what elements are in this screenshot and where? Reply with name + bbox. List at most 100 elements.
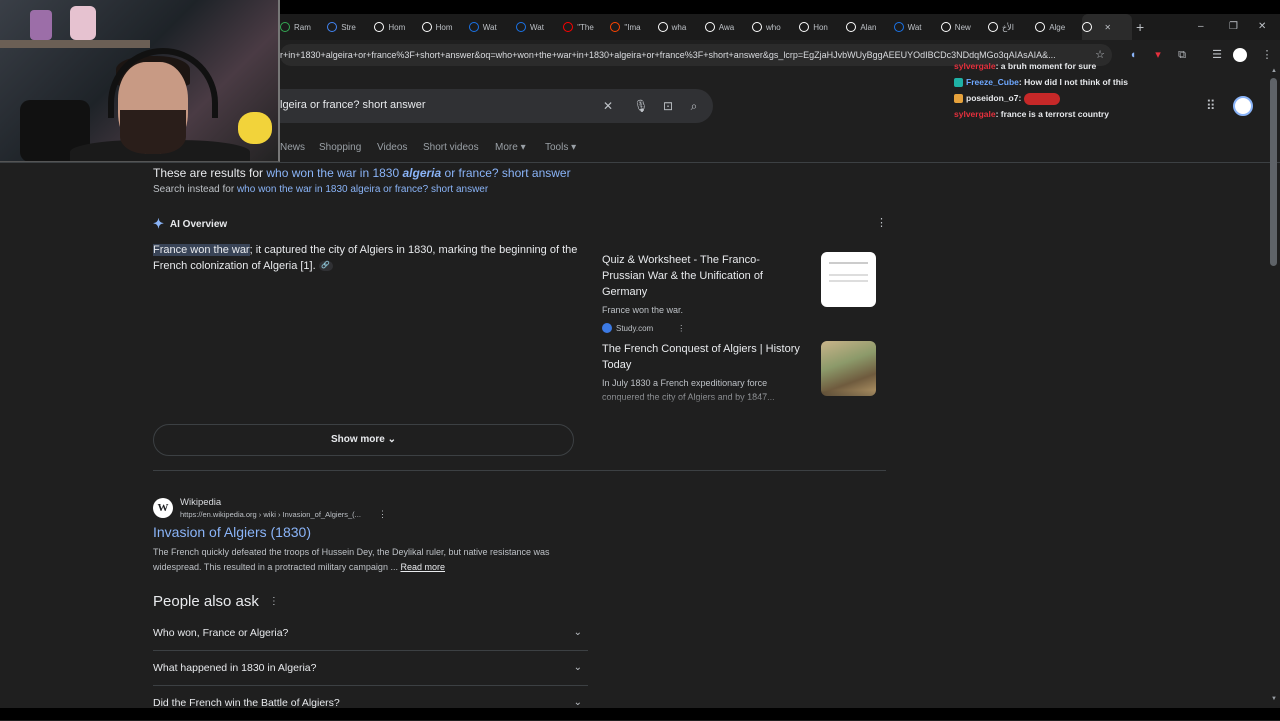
card-more-icon[interactable]: ⋮ bbox=[677, 324, 685, 333]
paa-more-icon[interactable]: ⋮ bbox=[269, 596, 279, 607]
browser-tab[interactable]: New bbox=[940, 14, 989, 40]
browser-tab[interactable]: Wat bbox=[468, 14, 517, 40]
close-tab-icon[interactable]: ✕ bbox=[1104, 23, 1111, 32]
browser-tab[interactable]: "Ima bbox=[610, 14, 658, 40]
watch-favicon-icon bbox=[516, 22, 526, 32]
paa-question[interactable]: Who won, France or Algeria? ⌄ bbox=[153, 616, 588, 651]
puzzle-icon[interactable]: ⧉ bbox=[1173, 46, 1191, 64]
search-icon[interactable]: ⌕ bbox=[686, 98, 702, 114]
tab-shopping[interactable]: Shopping bbox=[319, 142, 361, 153]
browser-tab[interactable]: الأخ bbox=[988, 14, 1036, 40]
tab-label: Alan bbox=[860, 22, 877, 32]
search-instead: Search instead for who won the war in 18… bbox=[153, 184, 488, 195]
browser-tab[interactable]: "The bbox=[563, 14, 611, 40]
result-site-name[interactable]: Wikipedia bbox=[180, 497, 221, 508]
tab-tools[interactable]: Tools ▾ bbox=[545, 142, 576, 153]
chat-badge-icon bbox=[954, 78, 963, 88]
tab-news[interactable]: News bbox=[280, 142, 305, 153]
apps-grid-icon[interactable]: ⠿ bbox=[1206, 98, 1222, 114]
clear-search-icon[interactable]: ✕ bbox=[600, 98, 616, 114]
close-window-icon[interactable]: ✕ bbox=[1258, 14, 1266, 40]
minimize-icon[interactable]: – bbox=[1198, 14, 1204, 40]
x-favicon-icon bbox=[421, 22, 432, 32]
tab-label: Wat bbox=[482, 22, 497, 32]
profile-icon[interactable] bbox=[1233, 48, 1247, 62]
tab-short-videos[interactable]: Short videos bbox=[423, 142, 479, 153]
tab-more[interactable]: More ▾ bbox=[495, 142, 526, 153]
read-more-link[interactable]: Read more bbox=[400, 562, 445, 572]
card-title[interactable]: The French Conquest of Algiers | History… bbox=[602, 341, 802, 373]
tab-label: Ram bbox=[294, 22, 311, 32]
original-query-link[interactable]: who won the war in 1830 algeira or franc… bbox=[237, 184, 488, 195]
browser-tab[interactable]: Awa bbox=[704, 14, 753, 40]
account-avatar[interactable] bbox=[1233, 96, 1253, 116]
paa-question-text: What happened in 1830 in Algeria? bbox=[153, 662, 317, 674]
tab-videos[interactable]: Videos bbox=[377, 142, 407, 153]
browser-tab[interactable]: Hon bbox=[799, 14, 847, 40]
result-snippet-text: The French quickly defeated the troops o… bbox=[153, 547, 550, 572]
stream-favicon-icon bbox=[327, 22, 338, 32]
youtube-favicon-icon bbox=[563, 22, 574, 32]
result-title-link[interactable]: Invasion of Algiers (1830) bbox=[153, 524, 311, 540]
show-more-button[interactable]: Show more ⌄ bbox=[153, 424, 574, 456]
ai-answer-highlight: France won the war bbox=[153, 244, 250, 256]
tab-label: Hon bbox=[813, 22, 828, 32]
chat-badge-icon bbox=[954, 94, 963, 104]
corrected-part-b: algeria bbox=[402, 166, 442, 180]
nav-divider bbox=[0, 162, 1280, 163]
x-favicon-icon bbox=[988, 22, 998, 32]
chat-message: sylvergale: france is a terrorst country bbox=[954, 106, 1174, 122]
browser-tab[interactable]: Hom bbox=[374, 14, 422, 40]
tiktok-favicon-icon bbox=[1035, 22, 1046, 32]
card-title[interactable]: Quiz & Worksheet - The Franco-Prussian W… bbox=[602, 252, 802, 300]
card-source-name: Study.com bbox=[616, 323, 654, 333]
card-fade bbox=[602, 390, 886, 416]
scroll-down-arrow-icon[interactable]: ▼ bbox=[1271, 696, 1277, 702]
browser-tab[interactable]: Alge bbox=[1035, 14, 1083, 40]
browser-tab[interactable]: ✕ bbox=[1082, 14, 1133, 40]
tab-label: Alge bbox=[1049, 22, 1066, 32]
openai-favicon-icon bbox=[940, 22, 951, 32]
browser-tab[interactable]: Hom bbox=[421, 14, 470, 40]
watch-favicon-icon bbox=[893, 22, 904, 32]
link-icon[interactable]: 🔗 bbox=[318, 261, 333, 272]
chat-message: sylvergale: a bruh moment for sure bbox=[954, 58, 1174, 74]
tab-label: Wat bbox=[907, 22, 922, 32]
ai-source-card[interactable]: Quiz & Worksheet - The Franco-Prussian W… bbox=[602, 252, 886, 333]
corrected-query-link[interactable]: who won the war in 1830 algeria or franc… bbox=[266, 166, 570, 180]
browser-tab[interactable]: wha bbox=[657, 14, 706, 40]
browser-tab[interactable]: Wat bbox=[893, 14, 942, 40]
restore-icon[interactable]: ❐ bbox=[1229, 14, 1238, 40]
browser-tab[interactable]: Alan bbox=[846, 14, 894, 40]
url-text: r+in+1830+algeira+or+france%3F+short+ans… bbox=[280, 50, 1056, 60]
menu-dots-icon[interactable]: ⋮ bbox=[1258, 46, 1276, 64]
new-tab-button[interactable]: + bbox=[1136, 14, 1152, 40]
section-divider bbox=[153, 470, 886, 471]
paa-question[interactable]: What happened in 1830 in Algeria? ⌄ bbox=[153, 651, 588, 686]
tab-label: Awa bbox=[718, 22, 735, 32]
result-url[interactable]: https://en.wikipedia.org › wiki › Invasi… bbox=[180, 510, 361, 519]
search-instead-prefix: Search instead for bbox=[153, 184, 235, 195]
stream-chat-overlay: sylvergale: a bruh moment for sure Freez… bbox=[954, 58, 1174, 122]
sparkle-icon: ✦ bbox=[153, 216, 164, 231]
paa-question-text: Who won, France or Algeria? bbox=[153, 627, 289, 639]
tab-search-icon[interactable]: ☰ bbox=[1208, 46, 1226, 64]
chat-username: sylvergale bbox=[954, 61, 996, 71]
browser-tab[interactable]: Wat bbox=[516, 14, 564, 40]
search-input[interactable]: lgeira or france? short answer bbox=[280, 99, 426, 111]
ai-overview-more-icon[interactable]: ⋮ bbox=[876, 216, 887, 229]
voice-search-icon[interactable]: 🎙 bbox=[633, 98, 649, 114]
tab-label: Hom bbox=[388, 22, 406, 32]
tab-label: Stre bbox=[341, 22, 356, 32]
chevron-down-icon: ⌄ bbox=[573, 662, 582, 673]
browser-tab[interactable]: Ram bbox=[280, 14, 328, 40]
scroll-up-arrow-icon[interactable]: ▲ bbox=[1271, 68, 1277, 74]
result-more-icon[interactable]: ⋮ bbox=[378, 509, 387, 520]
tab-tools-label: Tools bbox=[545, 142, 569, 153]
browser-tab[interactable]: who bbox=[752, 14, 800, 40]
screen-bottom-bar bbox=[0, 708, 1280, 720]
lens-search-icon[interactable]: ⊡ bbox=[660, 98, 676, 114]
browser-tab[interactable]: Stre bbox=[327, 14, 375, 40]
scrollbar-thumb[interactable] bbox=[1270, 78, 1277, 266]
x-favicon-icon bbox=[799, 22, 810, 32]
